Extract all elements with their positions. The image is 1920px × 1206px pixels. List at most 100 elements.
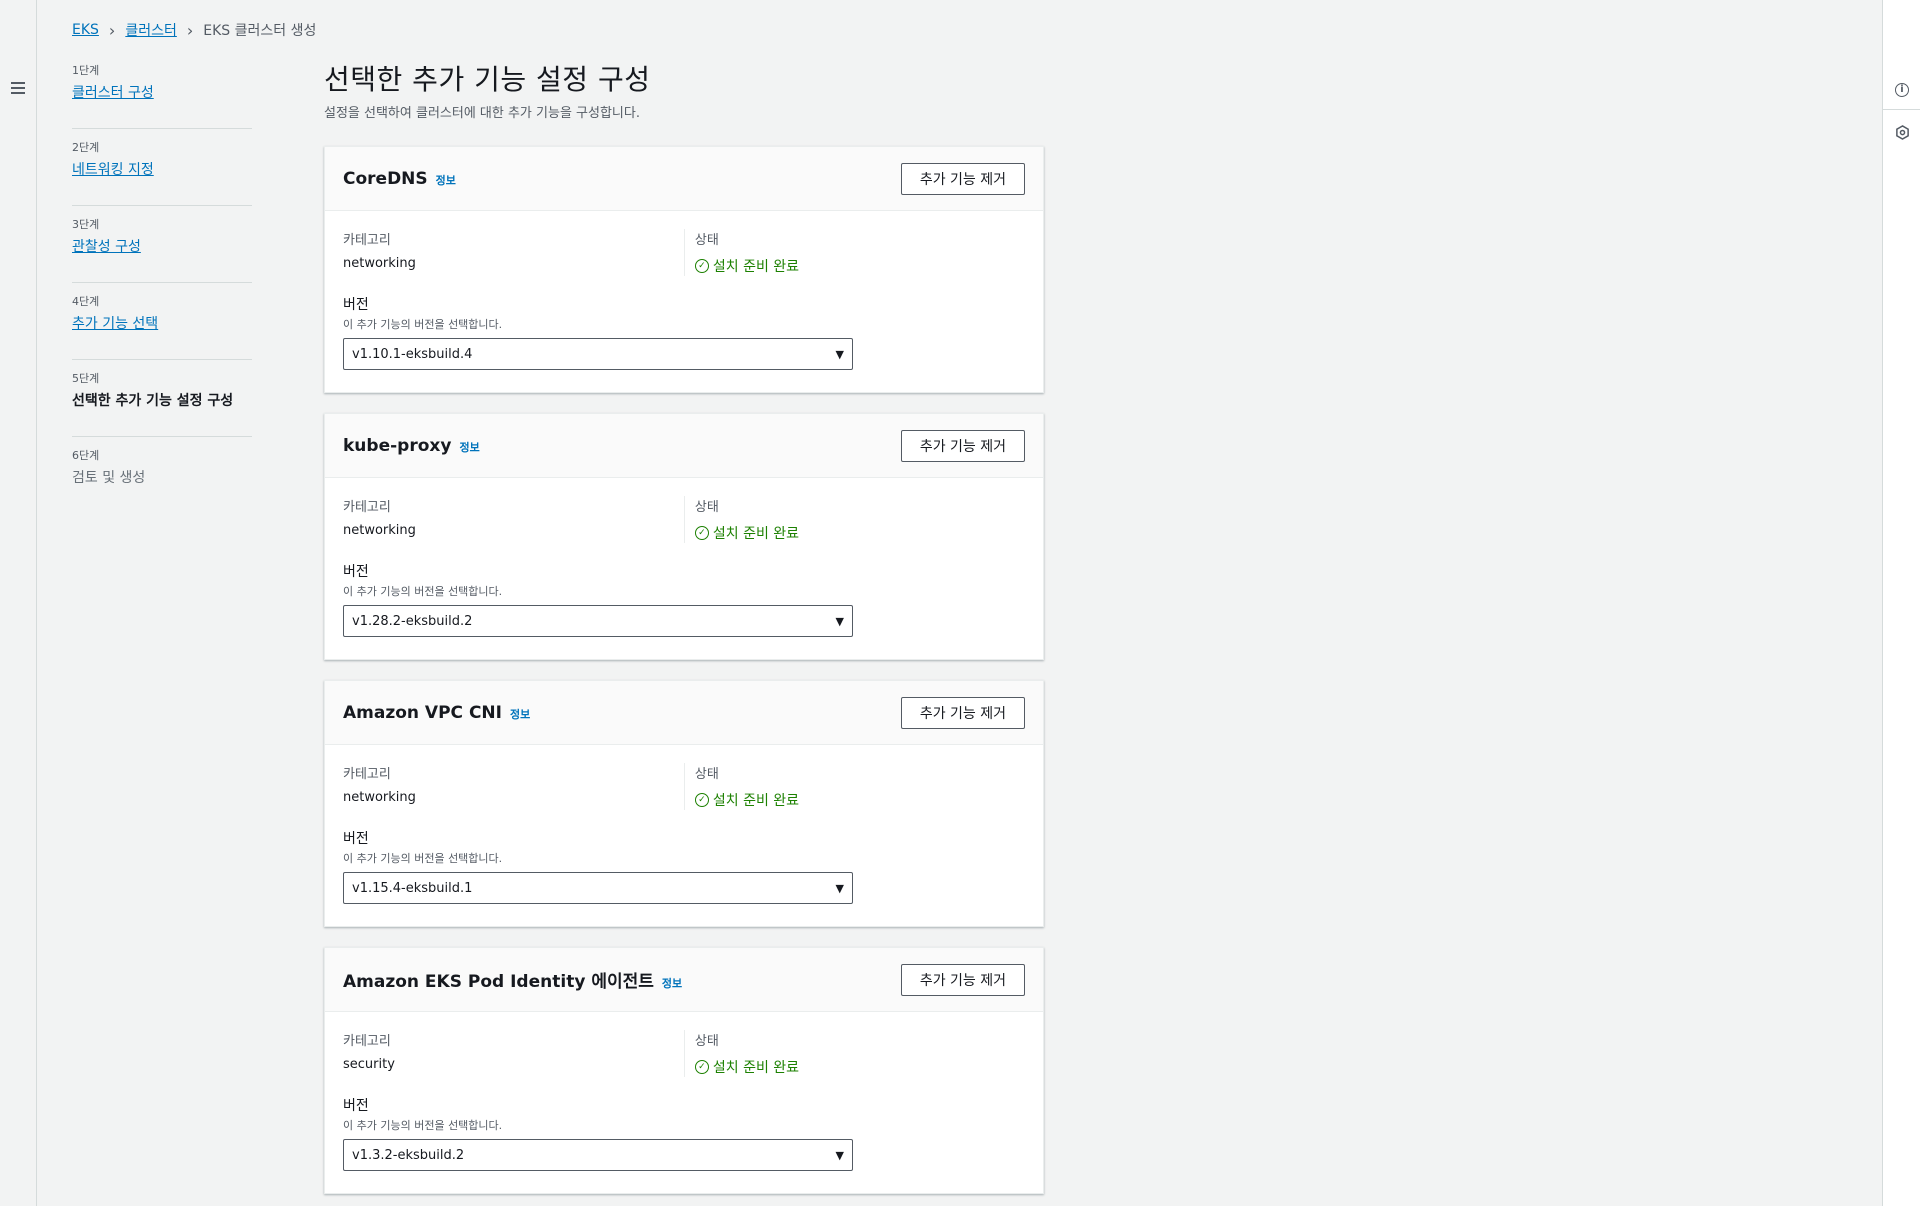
addon-title-group: CoreDNS 정보 xyxy=(343,169,456,189)
step-link-configure-cluster[interactable]: 클러스터 구성 xyxy=(72,82,154,102)
caret-down-icon: ▼ xyxy=(835,614,844,628)
step-number: 2단계 xyxy=(72,141,100,154)
status-indicator: ✓ 설치 준비 완료 xyxy=(694,1057,1025,1077)
check-circle-icon: ✓ xyxy=(694,526,709,540)
wizard-step-2: 2단계 네트워킹 지정 xyxy=(72,139,252,206)
main-content: 선택한 추가 기능 설정 구성 설정을 선택하여 클러스터에 대한 추가 기능을… xyxy=(324,58,1044,1194)
remove-addon-button[interactable]: 추가 기능 제거 xyxy=(900,696,1025,729)
addon-name: Amazon EKS Pod Identity 에이전트 xyxy=(343,972,654,992)
breadcrumb-eks[interactable]: EKS xyxy=(72,22,99,38)
status-value: 설치 준비 완료 xyxy=(712,526,800,542)
page-description: 설정을 선택하여 클러스터에 대한 추가 기능을 구성합니다. xyxy=(324,106,640,121)
addon-card-header: Amazon EKS Pod Identity 에이전트 정보 추가 기능 제거 xyxy=(325,948,1043,1012)
chevron-right-icon: › xyxy=(108,20,116,40)
info-panel-button[interactable]: i xyxy=(1883,70,1920,110)
breadcrumb-clusters[interactable]: 클러스터 xyxy=(125,20,177,40)
hexagon-settings-icon xyxy=(1895,124,1909,140)
version-selected-value: v1.15.4-eksbuild.1 xyxy=(352,880,473,896)
status-label: 상태 xyxy=(694,500,719,515)
step-current-configure-addons: 선택한 추가 기능 설정 구성 xyxy=(72,393,234,409)
check-circle-icon: ✓ xyxy=(694,793,709,807)
info-link[interactable]: 정보 xyxy=(662,975,682,991)
breadcrumb: EKS › 클러스터 › EKS 클러스터 생성 xyxy=(72,20,316,40)
addon-title-group: kube-proxy 정보 xyxy=(343,436,480,456)
addon-card: Amazon VPC CNI 정보 추가 기능 제거 카테고리 networki… xyxy=(324,680,1044,927)
step-link-select-addons[interactable]: 추가 기능 선택 xyxy=(72,313,158,333)
check-circle-icon: ✓ xyxy=(694,1060,709,1074)
addon-card-header: kube-proxy 정보 추가 기능 제거 xyxy=(325,414,1043,478)
status-value: 설치 준비 완료 xyxy=(712,793,800,809)
category-column: 카테고리 networking xyxy=(343,496,684,543)
step-number: 4단계 xyxy=(72,295,100,308)
addon-card: CoreDNS 정보 추가 기능 제거 카테고리 networking 상태 ✓… xyxy=(324,146,1044,393)
step-link-observability[interactable]: 관찰성 구성 xyxy=(72,236,141,256)
step-link-networking[interactable]: 네트워킹 지정 xyxy=(72,159,154,179)
info-icon: i xyxy=(1895,82,1909,97)
status-label: 상태 xyxy=(694,767,719,782)
side-navigation-rail xyxy=(0,0,37,1206)
step-number: 5단계 xyxy=(72,372,100,385)
step-number: 1단계 xyxy=(72,64,100,77)
category-label: 카테고리 xyxy=(343,1034,391,1049)
caret-down-icon: ▼ xyxy=(835,347,844,361)
step-number: 3단계 xyxy=(72,218,100,231)
category-column: 카테고리 networking xyxy=(343,229,684,276)
version-description: 이 추가 기능의 버전을 선택합니다. xyxy=(343,585,503,598)
version-description: 이 추가 기능의 버전을 선택합니다. xyxy=(343,852,503,865)
info-link[interactable]: 정보 xyxy=(510,706,530,722)
category-label: 카테고리 xyxy=(343,233,391,248)
addon-card-body: 카테고리 networking 상태 ✓ 설치 준비 완료 버전 이 추가 기능… xyxy=(325,211,1043,370)
category-label: 카테고리 xyxy=(343,767,391,782)
version-select[interactable]: v1.10.1-eksbuild.4 ▼ xyxy=(343,338,853,370)
status-value: 설치 준비 완료 xyxy=(712,259,800,275)
wizard-steps: 1단계 클러스터 구성 2단계 네트워킹 지정 3단계 관찰성 구성 4단계 추… xyxy=(72,62,252,524)
remove-addon-button[interactable]: 추가 기능 제거 xyxy=(900,963,1025,996)
version-select[interactable]: v1.3.2-eksbuild.2 ▼ xyxy=(343,1139,853,1171)
version-label: 버전 xyxy=(343,1098,369,1114)
category-column: 카테고리 security xyxy=(343,1030,684,1077)
version-select[interactable]: v1.28.2-eksbuild.2 ▼ xyxy=(343,605,853,637)
remove-addon-button[interactable]: 추가 기능 제거 xyxy=(900,162,1025,195)
wizard-step-1: 1단계 클러스터 구성 xyxy=(72,62,252,129)
addon-details: 카테고리 networking 상태 ✓ 설치 준비 완료 xyxy=(343,229,1025,276)
settings-panel-button[interactable] xyxy=(1883,112,1920,152)
addon-name: Amazon VPC CNI xyxy=(343,702,502,723)
status-indicator: ✓ 설치 준비 완료 xyxy=(694,523,1025,543)
addon-details: 카테고리 networking 상태 ✓ 설치 준비 완료 xyxy=(343,763,1025,810)
version-selected-value: v1.28.2-eksbuild.2 xyxy=(352,613,473,629)
status-indicator: ✓ 설치 준비 완료 xyxy=(694,256,1025,276)
category-value: networking xyxy=(343,256,416,271)
wizard-step-4: 4단계 추가 기능 선택 xyxy=(72,293,252,360)
check-circle-icon: ✓ xyxy=(694,259,709,273)
info-link[interactable]: 정보 xyxy=(459,439,479,455)
wizard-step-6: 6단계 검토 및 생성 xyxy=(72,447,252,514)
addon-name: CoreDNS xyxy=(343,168,428,189)
addon-card-body: 카테고리 networking 상태 ✓ 설치 준비 완료 버전 이 추가 기능… xyxy=(325,745,1043,904)
addon-card-body: 카테고리 security 상태 ✓ 설치 준비 완료 버전 이 추가 기능의 … xyxy=(325,1012,1043,1171)
addon-name: kube-proxy xyxy=(343,435,452,456)
remove-addon-button[interactable]: 추가 기능 제거 xyxy=(900,429,1025,462)
info-link[interactable]: 정보 xyxy=(436,172,456,188)
menu-icon[interactable] xyxy=(11,82,25,94)
wizard-step-5: 5단계 선택한 추가 기능 설정 구성 xyxy=(72,370,252,437)
addon-title-group: Amazon VPC CNI 정보 xyxy=(343,703,530,723)
addon-title-group: Amazon EKS Pod Identity 에이전트 정보 xyxy=(343,967,682,992)
version-label: 버전 xyxy=(343,297,369,313)
addon-card-body: 카테고리 networking 상태 ✓ 설치 준비 완료 버전 이 추가 기능… xyxy=(325,478,1043,637)
page-title: 선택한 추가 기능 설정 구성 xyxy=(324,63,651,96)
category-value: networking xyxy=(343,790,416,805)
version-selected-value: v1.10.1-eksbuild.4 xyxy=(352,346,473,362)
category-label: 카테고리 xyxy=(343,500,391,515)
status-column: 상태 ✓ 설치 준비 완료 xyxy=(683,1030,1025,1077)
breadcrumb-current: EKS 클러스터 생성 xyxy=(203,23,317,39)
tools-rail: i xyxy=(1882,0,1920,1206)
version-select[interactable]: v1.15.4-eksbuild.1 ▼ xyxy=(343,872,853,904)
addon-details: 카테고리 networking 상태 ✓ 설치 준비 완료 xyxy=(343,496,1025,543)
addon-card-header: CoreDNS 정보 추가 기능 제거 xyxy=(325,147,1043,211)
status-value: 설치 준비 완료 xyxy=(712,1060,800,1076)
wizard-step-3: 3단계 관찰성 구성 xyxy=(72,216,252,283)
version-description: 이 추가 기능의 버전을 선택합니다. xyxy=(343,318,503,331)
version-label: 버전 xyxy=(343,831,369,847)
status-column: 상태 ✓ 설치 준비 완료 xyxy=(683,229,1025,276)
status-column: 상태 ✓ 설치 준비 완료 xyxy=(683,496,1025,543)
